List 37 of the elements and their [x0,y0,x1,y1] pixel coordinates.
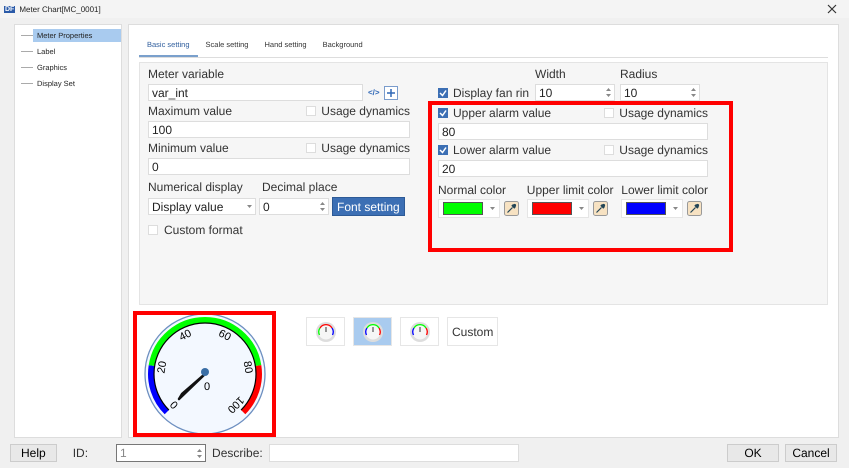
field-label: Upper limit color [526,183,614,197]
value-field[interactable]: 20 [438,160,708,177]
field-label: Radius [620,67,658,81]
custom-style-button[interactable]: Custom [447,317,498,346]
field-label: Maximum value [148,104,232,118]
decimal-spinbox[interactable]: 0 [259,198,329,215]
field-label: Describe: [212,446,263,460]
checkbox-label: Display fan rin [453,86,530,100]
field-label: Lower limit color [621,183,708,197]
cancel-button[interactable]: Cancel [785,444,837,462]
radius-spinbox[interactable]: 10 [620,84,700,101]
field-label: ID: [72,446,88,460]
checkbox-label: Usage dynamics [619,143,708,157]
field-label: Minimum value [148,141,229,155]
checkbox-label: Usage dynamics [619,106,708,120]
help-button[interactable]: Help [10,444,57,462]
field-label: Width [535,67,567,81]
window-title: Meter Chart[MC_0001] [19,4,102,14]
field-label: Numerical display [148,180,244,194]
checkbox-label: Upper alarm value [453,106,552,120]
checkbox-label: Lower alarm value [453,143,552,157]
font-setting-button[interactable]: Font setting [332,197,405,216]
variable-field[interactable]: var_int [148,84,363,101]
checkbox-label: Custom format [164,223,243,237]
checkbox-label: Usage dynamics [321,141,410,155]
checkbox-label: Usage dynamics [321,104,410,118]
value-field[interactable]: 0 [148,158,410,175]
width-spinbox[interactable]: 10 [535,84,615,101]
id-spinbox[interactable]: 1 [116,444,206,462]
display-dropdown[interactable]: Display value [148,198,256,215]
field-label: Decimal place [262,180,338,194]
value-field[interactable]: 80 [438,123,708,140]
code-icon[interactable]: </> [368,88,380,97]
field-label: Normal color [438,183,508,197]
field-label: Meter variable [148,67,226,81]
ok-button[interactable]: OK [727,444,779,462]
value-field[interactable]: 100 [148,121,410,138]
